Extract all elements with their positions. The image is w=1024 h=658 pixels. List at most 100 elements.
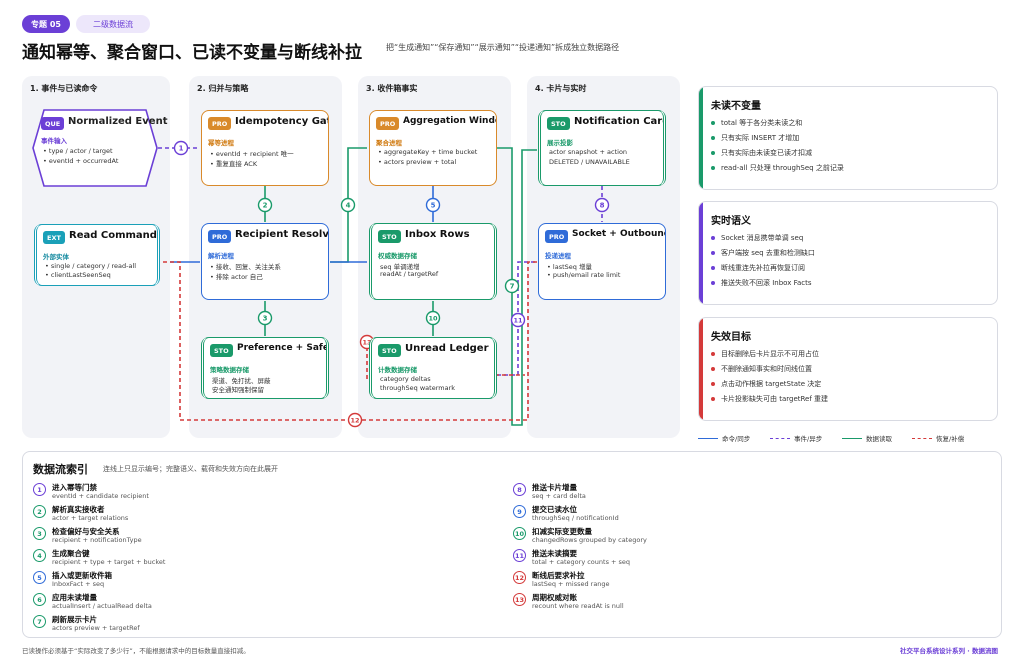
legend-swatch [912, 437, 932, 439]
node-read-command[interactable]: EXT Read Command 外部实体 • single / categor… [34, 224, 160, 286]
node-tag: STO [378, 230, 401, 243]
card-item: Socket 消息携带单调 seq [711, 233, 803, 243]
legend-recovery: 恢复/补偿 [912, 433, 964, 443]
card-item-text: 断线重连先补拉再恢复订阅 [721, 264, 805, 272]
node-tag: PRO [376, 117, 400, 130]
index-entry-desc: actualInsert / actualRead delta [52, 602, 152, 610]
bullet-icon [711, 251, 715, 255]
legend-swatch [698, 437, 718, 439]
card-item: 卡片投影缺失可由 targetRef 重建 [711, 394, 828, 404]
node-line: • type / actor / target [43, 147, 113, 155]
node-label: 解析进程 [208, 252, 234, 260]
bullet-icon [711, 281, 715, 285]
node-notification-card[interactable]: STO Notification Card 展示投影 actor snapsho… [538, 110, 666, 186]
node-recipient-resolver[interactable]: PRO Recipient Resolver 解析进程 • 接收、回复、关注关系… [201, 223, 329, 300]
svg-text:1: 1 [179, 145, 184, 153]
node-label: 幂等进程 [208, 139, 234, 147]
card-item-text: 只有实际 INSERT 才增加 [721, 134, 800, 142]
node-label: 投递进程 [545, 252, 571, 260]
node-title: Normalized Event [68, 116, 168, 127]
node-aggregation-window[interactable]: PRO Aggregation Window 聚合进程 • aggregateK… [369, 110, 497, 186]
card-item-text: read-all 只处理 throughSeq 之前记录 [721, 164, 844, 172]
card-item: 只有实际 INSERT 才增加 [711, 133, 799, 143]
index-entry-desc: InboxFact + seq [52, 580, 105, 588]
index-entry-desc: eventId + candidate recipient [52, 492, 149, 500]
index-number: 8 [513, 483, 526, 496]
node-line: • eventId + occurredAt [43, 157, 119, 165]
bullet-icon [711, 397, 715, 401]
card-item-text: 卡片投影缺失可由 targetRef 重建 [721, 395, 829, 403]
svg-text:7: 7 [510, 283, 515, 291]
legend-label: 恢复/补偿 [936, 435, 965, 443]
node-line: DELETED / UNAVAILABLE [549, 158, 630, 166]
card-item-text: 目标删除后卡片显示不可用占位 [721, 350, 819, 358]
index-entry-desc: actor + target relations [52, 514, 129, 522]
bullet-icon [711, 382, 715, 386]
index-entry-desc: lastSeq + missed range [532, 580, 610, 588]
node-line: actor snapshot + action [549, 148, 628, 156]
index-entry-desc: recipient + notificationType [52, 536, 142, 544]
card-item-text: 点击动作根据 targetState 决定 [721, 380, 822, 388]
node-label: 展示投影 [547, 139, 573, 147]
node-normalized-event[interactable]: QUE Normalized Event 事件输入 • type / actor… [32, 109, 167, 187]
card-invalid-target: 失效目标 目标删除后卡片显示不可用占位 不删除通知事实和时间线位置 点击动作根据… [698, 317, 998, 421]
node-unread-ledger[interactable]: STO Unread Ledger 计数数据存储 category deltas… [369, 337, 497, 399]
svg-text:5: 5 [431, 202, 436, 210]
node-line: • eventId + recipient 唯一 [210, 150, 294, 158]
index-number: 12 [513, 571, 526, 584]
bullet-icon [711, 121, 715, 125]
legend-event: 事件/异步 [770, 433, 822, 443]
node-title: Notification Card [574, 116, 666, 127]
legend-swatch [770, 437, 790, 439]
index-number: 5 [33, 571, 46, 584]
index-entry-desc: recipient + type + target + bucket [52, 558, 166, 566]
node-tag: STO [547, 117, 570, 130]
card-accent-bar [699, 202, 703, 304]
card-item: 目标删除后卡片显示不可用占位 [711, 349, 819, 359]
node-title: Aggregation Window [403, 116, 496, 126]
legend-label: 命令/同步 [722, 435, 751, 443]
card-item: 推送失败不回滚 Inbox Facts [711, 278, 812, 288]
node-label: 外部实体 [43, 253, 69, 261]
index-number: 3 [33, 527, 46, 540]
node-line: • clientLastSeenSeq [45, 271, 111, 279]
bullet-icon [711, 236, 715, 240]
card-title: 失效目标 [711, 332, 751, 343]
node-line: • 重复直接 ACK [210, 160, 258, 168]
card-item-text: 不删除通知事实和时间线位置 [721, 365, 812, 373]
node-title: Unread Ledger [405, 343, 489, 354]
bullet-icon [711, 266, 715, 270]
node-line: • single / category / read-all [45, 262, 137, 270]
index-entry-desc: recount where readAt is null [532, 602, 624, 610]
index-number: 6 [33, 593, 46, 606]
node-title: Inbox Rows [405, 229, 470, 240]
card-item-text: 只有实际由未读变已读才扣减 [721, 149, 812, 157]
card-unread-invariants: 未读不变量 total 等于各分类未读之和 只有实际 INSERT 才增加 只有… [698, 86, 998, 190]
index-entry-desc: actors preview + targetRef [52, 624, 140, 632]
index-number: 4 [33, 549, 46, 562]
card-item-text: total 等于各分类未读之和 [721, 119, 803, 127]
footer-series: 社交平台系统设计系列 · 数据流图 [900, 647, 998, 655]
footer-note: 已读操作必须基于“实际改变了多少行”，不能根据请求中的目标数量直接扣减。 [22, 647, 250, 655]
card-item-text: 推送失败不回滚 Inbox Facts [721, 279, 812, 287]
legend-command: 命令/同步 [698, 433, 750, 443]
node-line: • 排除 actor 自己 [210, 273, 263, 281]
node-idempotency-gate[interactable]: PRO Idempotency Gate 幂等进程 • eventId + re… [201, 110, 329, 186]
node-inbox-rows[interactable]: STO Inbox Rows 权威数据存储 seq 单调递增 readAt / … [369, 223, 497, 300]
svg-text:3: 3 [263, 315, 268, 323]
node-label: 策略数据存储 [210, 366, 249, 374]
node-label: 事件输入 [41, 137, 67, 145]
card-item: total 等于各分类未读之和 [711, 118, 802, 128]
index-number: 9 [513, 505, 526, 518]
legend-label: 数据读取 [866, 435, 892, 443]
node-socket-outbound[interactable]: PRO Socket + Outbound 投递进程 • lastSeq 增量 … [538, 223, 666, 300]
node-preference-safety[interactable]: STO Preference + Safety 策略数据存储 渠道、免打扰、屏蔽… [201, 337, 329, 399]
node-tag: EXT [43, 231, 65, 244]
bullet-icon [711, 166, 715, 170]
node-line: • actors preview + total [378, 158, 457, 166]
node-title: Read Command [69, 230, 157, 241]
node-label: 聚合进程 [376, 139, 402, 147]
node-tag: PRO [208, 230, 232, 243]
node-label: 计数数据存储 [378, 366, 417, 374]
card-title: 未读不变量 [711, 101, 761, 112]
